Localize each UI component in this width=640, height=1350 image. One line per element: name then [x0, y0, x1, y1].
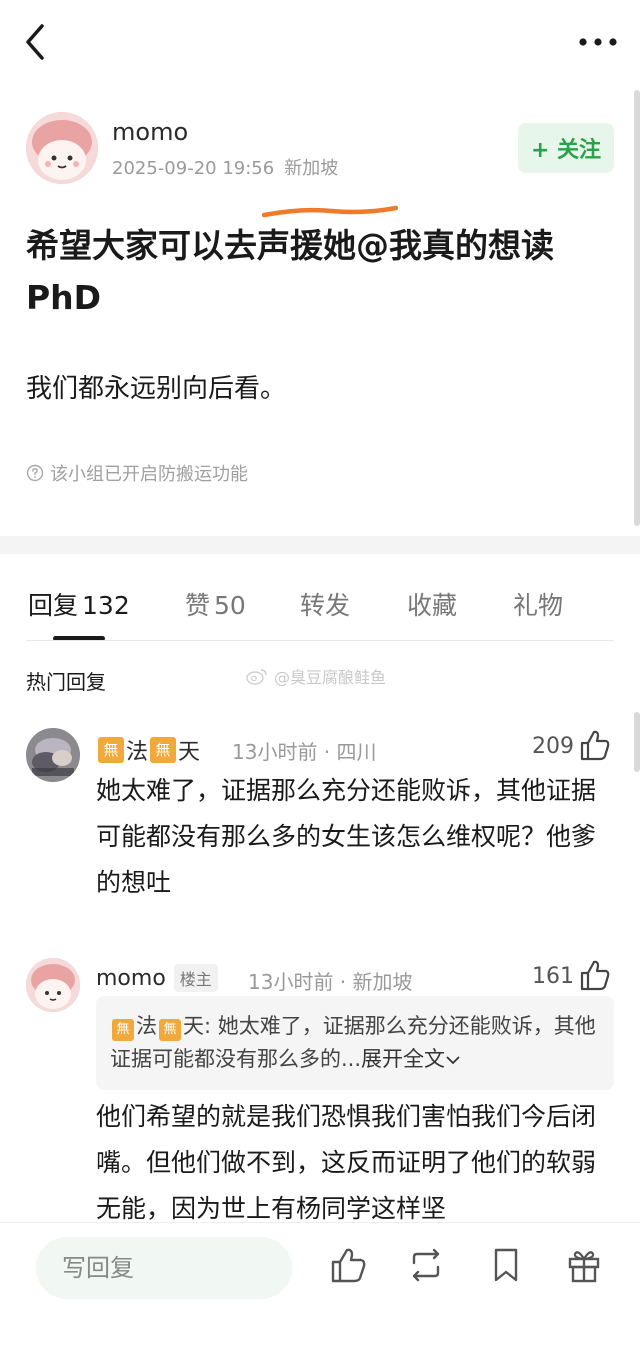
name-part: 法	[136, 1014, 157, 1038]
gift-icon[interactable]	[564, 1245, 604, 1285]
follow-button[interactable]: + 关注	[518, 123, 614, 173]
tab-replies[interactable]: 回复 132	[28, 586, 130, 622]
post-body: 我们都永远别向后看。	[26, 374, 287, 404]
tabs-divider	[26, 640, 614, 641]
more-options-button[interactable]	[576, 28, 620, 56]
tab-count: 132	[82, 591, 130, 620]
section-divider	[0, 536, 640, 554]
author-name[interactable]: momo	[112, 118, 188, 146]
post-title: 希望大家可以去声援她@我真的想读PhD	[26, 226, 554, 317]
photo-avatar-icon	[26, 728, 80, 782]
name-badge: 無	[112, 1019, 134, 1041]
post-card: momo 2025-09-20 19:56 新加坡 + 关注 希望大家可以去声援她…	[0, 90, 640, 536]
commenter-avatar[interactable]	[26, 728, 80, 782]
hand-drawn-underline	[262, 205, 398, 218]
commenter-avatar[interactable]	[26, 958, 80, 1012]
like-count: 209	[532, 734, 574, 759]
owner-tag: 楼主	[173, 964, 218, 992]
comment-meta: 13小时前 · 新加坡	[248, 970, 413, 994]
expand-full-text-link[interactable]: 展开全文	[361, 1047, 461, 1071]
reply-input[interactable]	[36, 1237, 292, 1299]
name-badge: 無	[98, 737, 124, 763]
cartoon-avatar-icon	[26, 958, 80, 1012]
notice-text: 该小组已开启防搬运功能	[50, 464, 248, 485]
weibo-logo-icon	[246, 669, 267, 685]
expand-label: 展开全文	[361, 1047, 446, 1071]
comment-text: 她太难了，证据那么充分还能败诉，其他证据可能都没有那么多的女生该怎么维权呢？他爹…	[96, 776, 597, 897]
watermark-text: @臭豆腐酿鲑鱼	[274, 668, 387, 687]
tab-collections[interactable]: 收藏	[407, 586, 457, 622]
bottom-action-bar	[0, 1222, 640, 1350]
chevron-left-icon	[26, 24, 44, 60]
tab-count: 50	[214, 591, 246, 620]
name-badge: 無	[159, 1019, 181, 1041]
tab-gifts[interactable]: 礼物	[513, 586, 563, 622]
tab-label: 回复	[28, 591, 79, 620]
like-count: 161	[532, 964, 574, 989]
name-part: 天	[178, 740, 201, 765]
comment-meta: 13小时前 · 四川	[232, 740, 377, 764]
name-part: 天	[183, 1014, 204, 1038]
bookmark-icon[interactable]	[486, 1245, 526, 1285]
chevron-down-icon	[446, 1056, 460, 1065]
post-timestamp: 2025-09-20 19:56	[112, 158, 275, 179]
anti-repost-notice: 该小组已开启防搬运功能	[26, 460, 248, 486]
post-location: 新加坡	[284, 158, 339, 179]
watermark: @臭豆腐酿鲑鱼	[246, 664, 386, 688]
name-part: 法	[126, 740, 149, 765]
tab-label: 礼物	[513, 591, 564, 620]
top-bar	[0, 0, 640, 90]
name-part: momo	[96, 965, 166, 991]
thumbs-up-icon[interactable]	[328, 1245, 368, 1285]
repost-icon[interactable]	[406, 1245, 446, 1285]
tab-reposts[interactable]: 转发	[300, 586, 350, 622]
more-dots-icon	[579, 38, 617, 46]
tab-label: 赞	[185, 591, 211, 620]
author-avatar[interactable]	[26, 112, 98, 184]
interaction-tabs: 回复 132 赞 50 转发 收藏 礼物	[0, 554, 640, 642]
commenter-name[interactable]: 無法無天	[96, 734, 200, 766]
thumbs-up-icon[interactable]	[578, 728, 612, 762]
tab-label: 收藏	[407, 591, 458, 620]
question-circle-icon	[26, 464, 44, 482]
scrollbar[interactable]	[634, 90, 640, 526]
quoted-reply[interactable]: 無法無天: 她太难了，证据那么充分还能败诉，其他证据可能都没有那么多的...展开…	[96, 996, 614, 1090]
cartoon-avatar-icon	[26, 112, 98, 184]
comment-text: 他们希望的就是我们恐惧我们害怕我们今后闭嘴。但他们做不到，这反而证明了他们的软弱…	[96, 1102, 597, 1223]
tab-likes[interactable]: 赞 50	[185, 586, 246, 622]
hot-replies-heading: 热门回复	[26, 670, 106, 694]
post-meta: 2025-09-20 19:56 新加坡	[112, 154, 338, 180]
commenter-name[interactable]: momo 楼主	[96, 964, 218, 992]
back-button[interactable]	[18, 20, 58, 64]
thumbs-up-icon[interactable]	[578, 958, 612, 992]
tab-label: 转发	[300, 591, 351, 620]
name-badge: 無	[150, 737, 177, 763]
scrollbar[interactable]	[634, 712, 640, 772]
